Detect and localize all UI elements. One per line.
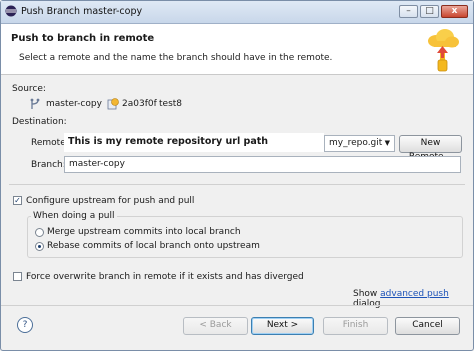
branch-field[interactable]: master-copy — [64, 156, 461, 173]
commit-icon — [107, 98, 119, 110]
next-button[interactable]: Next > — [251, 317, 314, 335]
window-title: Push Branch master-copy — [21, 6, 143, 17]
push-branch-dialog: Push Branch master-copy – □ x Push to br… — [0, 0, 474, 351]
force-overwrite-label: Force overwrite branch in remote if it e… — [26, 272, 304, 282]
new-remote-button[interactable]: New Remote... — [399, 135, 462, 162]
destination-label: Destination: — [12, 117, 67, 127]
branch-icon — [30, 98, 40, 109]
rebase-radio-label: Rebase commits of local branch onto upst… — [47, 241, 260, 251]
cancel-button[interactable]: Cancel — [395, 317, 460, 335]
separator — [9, 184, 465, 185]
minimize-button[interactable]: – — [399, 5, 418, 18]
wizard-header: Push to branch in remote Select a remote… — [1, 24, 473, 75]
merge-radio[interactable] — [35, 228, 44, 237]
pull-options-group — [27, 216, 463, 258]
show-advanced-text: Show advanced push dialog — [353, 289, 449, 309]
cloud-upload-icon — [428, 29, 459, 72]
rebase-radio[interactable] — [35, 242, 44, 251]
back-button[interactable]: < Back — [183, 317, 248, 335]
footer-separator — [1, 305, 473, 306]
close-button[interactable]: x — [441, 5, 468, 18]
help-icon[interactable]: ? — [17, 317, 33, 333]
wizard-title: Push to branch in remote — [11, 33, 155, 44]
source-commit-id: 2a03f0f — [122, 99, 157, 109]
configure-upstream-checkbox[interactable]: ✓ — [13, 196, 22, 205]
maximize-button[interactable]: □ — [420, 5, 439, 18]
source-label: Source: — [12, 84, 46, 94]
source-commit-message: test8 — [159, 99, 183, 109]
pull-group-label: When doing a pull — [31, 211, 117, 221]
advanced-push-link[interactable]: advanced push — [380, 289, 449, 299]
eclipse-icon — [5, 5, 17, 17]
remote-select[interactable]: my_repo.git ▼ — [324, 135, 395, 152]
source-branch: master-copy — [46, 99, 102, 109]
merge-radio-label: Merge upstream commits into local branch — [47, 227, 241, 237]
title-bar[interactable]: Push Branch master-copy – □ x — [1, 1, 473, 24]
remote-url-field[interactable]: This is my remote repository url path — [64, 133, 324, 152]
force-overwrite-checkbox[interactable] — [13, 272, 22, 281]
wizard-description: Select a remote and the name the branch … — [19, 53, 333, 63]
finish-button[interactable]: Finish — [323, 317, 388, 335]
chevron-down-icon: ▼ — [384, 139, 390, 147]
configure-upstream-label: Configure upstream for push and pull — [26, 196, 195, 206]
branch-label: Branch: — [31, 160, 66, 170]
remote-select-value: my_repo.git — [329, 138, 383, 148]
